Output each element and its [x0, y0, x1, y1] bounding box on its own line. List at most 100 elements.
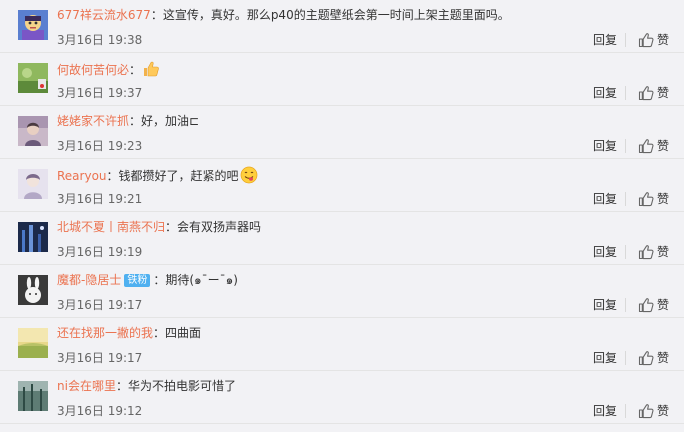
thumbs-up-icon [638, 351, 654, 366]
comment-text: 魔都-隐居士 铁粉 ：期待(๑¯ー¯๑) [57, 272, 664, 288]
comment-text: 还在找那一撇的我：四曲面 [57, 325, 664, 341]
comment-time: 3月16日 19:17 [57, 351, 143, 365]
thumbs-up-icon [638, 139, 654, 154]
comment-time: 3月16日 19:38 [57, 33, 143, 47]
comment-text: 677祥云流水677：这宣传，真好。那么p40的主题壁纸会第一时间上架主题里面吗… [57, 7, 664, 23]
thumbs-up-icon [638, 33, 654, 48]
like-button[interactable]: 赞 [638, 190, 669, 208]
comment-time: 3月16日 19:19 [57, 245, 143, 259]
comment-item: 魔都-隐居士 铁粉 ：期待(๑¯ー¯๑) 3月16日 19:17 回复 赞 [0, 265, 684, 318]
like-button[interactable]: 赞 [638, 84, 669, 102]
comment-content: ：期待(๑¯ー¯๑) [153, 273, 238, 287]
fan-badge[interactable]: 铁粉 [124, 274, 151, 287]
comment-text: Rearyou：钱都攒好了，赶紧的吧 [57, 166, 664, 188]
reply-button[interactable]: 回复 [593, 191, 617, 207]
reply-button[interactable]: 回复 [593, 297, 617, 313]
divider [625, 404, 626, 418]
avatar[interactable] [18, 10, 48, 40]
like-label: 赞 [657, 192, 670, 206]
comment-time: 3月16日 19:21 [57, 192, 143, 206]
like-label: 赞 [657, 139, 670, 153]
comment-text: ni会在哪里：华为不拍电影可惜了 [57, 378, 664, 394]
divider [625, 86, 626, 100]
like-label: 赞 [657, 245, 670, 259]
avatar-cartoon-icon [18, 10, 48, 40]
like-label: 赞 [657, 86, 670, 100]
comment-text: 姥姥家不许抓：好，加油⊏ [57, 113, 664, 129]
avatar-field-icon [18, 328, 48, 358]
tongue-smile-emoji [240, 166, 258, 188]
comment-content: ：会有双扬声器吗 [165, 220, 262, 234]
username-link[interactable]: 677祥云流水677 [57, 8, 151, 22]
comment-item: 677祥云流水677：这宣传，真好。那么p40的主题壁纸会第一时间上架主题里面吗… [0, 0, 684, 53]
avatar-green-icon [18, 63, 48, 93]
divider [625, 298, 626, 312]
avatar[interactable] [18, 116, 48, 146]
like-button[interactable]: 赞 [638, 296, 669, 314]
reply-button[interactable]: 回复 [593, 85, 617, 101]
username-link[interactable]: 姥姥家不许抓 [57, 114, 129, 128]
thumbs-up-icon [638, 86, 654, 101]
comment-time: 3月16日 19:17 [57, 298, 143, 312]
like-label: 赞 [657, 404, 670, 418]
comment-text: 何故何苦何必： [57, 60, 664, 82]
reply-button[interactable]: 回复 [593, 244, 617, 260]
like-button[interactable]: 赞 [638, 402, 669, 420]
avatar[interactable] [18, 63, 48, 93]
comment-time: 3月16日 19:12 [57, 404, 143, 418]
reply-button[interactable]: 回复 [593, 138, 617, 154]
avatar[interactable] [18, 169, 48, 199]
like-label: 赞 [657, 33, 670, 47]
reply-button[interactable]: 回复 [593, 32, 617, 48]
thumbs-up-emoji [142, 60, 160, 82]
username-link[interactable]: 何故何苦何必 [57, 63, 129, 77]
avatar-forest-icon [18, 381, 48, 411]
comment-item: 姥姥家不许抓：好，加油⊏ 3月16日 19:23 回复 赞 [0, 106, 684, 159]
avatar[interactable] [18, 275, 48, 305]
comment-item: 何故何苦何必： 3月16日 19:37 回复 赞 [0, 53, 684, 106]
avatar[interactable] [18, 222, 48, 252]
comment-content: ： [129, 63, 142, 77]
divider [625, 33, 626, 47]
thumbs-up-icon [638, 245, 654, 260]
comment-time: 3月16日 19:23 [57, 139, 143, 153]
divider [625, 192, 626, 206]
avatar[interactable] [18, 328, 48, 358]
comment-item: 还在找那一撇的我：四曲面 3月16日 19:17 回复 赞 [0, 318, 684, 371]
comment-item: 北城不夏丨南燕不归：会有双扬声器吗 3月16日 19:19 回复 赞 [0, 212, 684, 265]
avatar-light-icon [18, 169, 48, 199]
avatar-rabbit-icon [18, 275, 48, 305]
divider [625, 351, 626, 365]
username-link[interactable]: 还在找那一撇的我 [57, 326, 153, 340]
comment-content: ：华为不拍电影可惜了 [115, 379, 236, 393]
divider [625, 245, 626, 259]
like-button[interactable]: 赞 [638, 137, 669, 155]
like-label: 赞 [657, 351, 670, 365]
thumbs-up-icon [638, 298, 654, 313]
reply-button[interactable]: 回复 [593, 350, 617, 366]
username-link[interactable]: Rearyou [57, 169, 107, 183]
reply-button[interactable]: 回复 [593, 403, 617, 419]
thumbs-up-icon [638, 192, 654, 207]
comment-item: Rearyou：钱都攒好了，赶紧的吧 3月16日 19:21 回复 赞 [0, 159, 684, 212]
divider [625, 139, 626, 153]
username-link[interactable]: 魔都-隐居士 [57, 273, 121, 287]
comment-list: 677祥云流水677：这宣传，真好。那么p40的主题壁纸会第一时间上架主题里面吗… [0, 0, 684, 432]
like-label: 赞 [657, 298, 670, 312]
like-button[interactable]: 赞 [638, 31, 669, 49]
thumbs-up-icon [638, 404, 654, 419]
like-button[interactable]: 赞 [638, 243, 669, 261]
comment-text: 北城不夏丨南燕不归：会有双扬声器吗 [57, 219, 664, 235]
like-button[interactable]: 赞 [638, 349, 669, 367]
username-link[interactable]: 北城不夏丨南燕不归 [57, 220, 165, 234]
comment-content: ：四曲面 [153, 326, 202, 340]
comment-item: ni会在哪里：华为不拍电影可惜了 3月16日 19:12 回复 赞 [0, 371, 684, 424]
comment-content: ：这宣传，真好。那么p40的主题壁纸会第一时间上架主题里面吗。 [150, 8, 510, 22]
comment-content: ：好，加油⊏ [129, 114, 200, 128]
username-link[interactable]: ni会在哪里 [57, 379, 116, 393]
avatar-night-icon [18, 222, 48, 252]
comment-content: ：钱都攒好了，赶紧的吧 [106, 169, 239, 183]
comment-time: 3月16日 19:37 [57, 86, 143, 100]
avatar[interactable] [18, 381, 48, 411]
avatar-person-icon [18, 116, 48, 146]
